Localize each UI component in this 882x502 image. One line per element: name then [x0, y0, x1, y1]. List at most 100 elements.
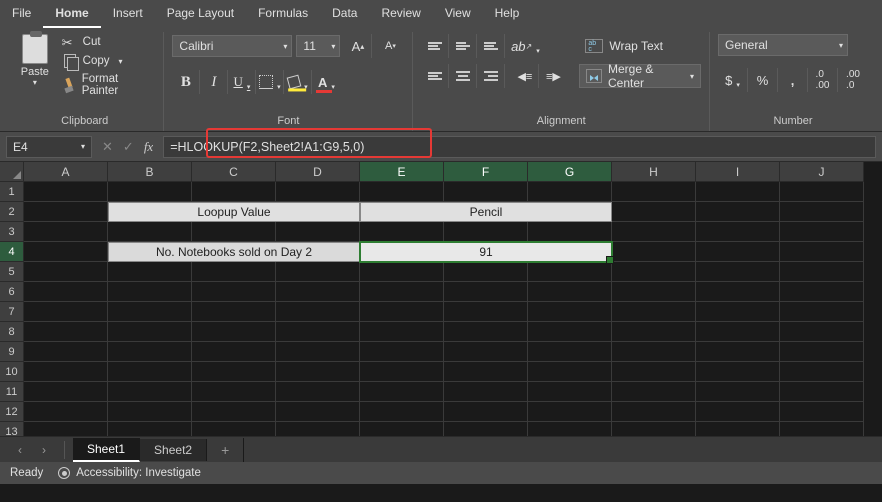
border-icon [259, 75, 273, 89]
fill-color-button[interactable]: ▾ [284, 70, 312, 94]
menu-formulas[interactable]: Formulas [246, 0, 320, 28]
cell-result-value[interactable]: 91 [360, 242, 612, 262]
formula-bar: E4▾ ✕ ✓ fx =HLOOKUP(F2,Sheet2!A1:G9,5,0) [0, 132, 882, 162]
comma-button[interactable]: , [778, 68, 808, 92]
row-header[interactable]: 7 [0, 302, 24, 322]
font-color-icon: A [318, 75, 327, 90]
name-box[interactable]: E4▾ [6, 136, 92, 158]
row-header[interactable]: 13 [0, 422, 24, 436]
menu-help[interactable]: Help [483, 0, 532, 28]
tab-nav-next[interactable]: › [32, 443, 56, 457]
bold-button[interactable]: B [172, 70, 200, 94]
accessibility-label: Accessibility: Investigate [76, 467, 201, 479]
row-header[interactable]: 2 [0, 202, 24, 222]
chevron-down-icon: ▾ [247, 83, 251, 91]
row-header[interactable]: 3 [0, 222, 24, 242]
increase-decimal-button[interactable]: .0.00 [808, 68, 838, 92]
col-header-i[interactable]: I [696, 162, 780, 182]
increase-indent-button[interactable]: ≡▶ [539, 64, 567, 88]
row-header[interactable]: 9 [0, 342, 24, 362]
align-middle-button[interactable] [449, 34, 477, 58]
group-alignment: ab↗▾ ◀≡ ≡▶ Wrap Text Merge & Center▾ Ali… [413, 32, 710, 131]
increase-font-button[interactable]: A▴ [344, 34, 372, 58]
menu-bar: File Home Insert Page Layout Formulas Da… [0, 0, 882, 28]
row-header[interactable]: 12 [0, 402, 24, 422]
format-painter-button[interactable]: Format Painter [60, 72, 156, 98]
font-name-value: Calibri [179, 39, 213, 53]
enter-formula-button[interactable]: ✓ [119, 139, 138, 155]
col-header-h[interactable]: H [612, 162, 696, 182]
font-size-value: 11 [303, 39, 315, 53]
tab-nav-prev[interactable]: ‹ [8, 443, 32, 457]
group-font: Calibri▾ 11▾ A▴ A▾ B I U▾ ▾ ▾ A▾ Font [164, 32, 413, 131]
col-header-c[interactable]: C [192, 162, 276, 182]
accessibility-button[interactable]: Accessibility: Investigate [57, 466, 201, 480]
underline-button[interactable]: U▾ [228, 70, 256, 94]
group-label-number: Number [773, 113, 812, 131]
chevron-down-icon: ▾ [736, 81, 740, 89]
borders-button[interactable]: ▾ [256, 70, 284, 94]
menu-data[interactable]: Data [320, 0, 369, 28]
col-header-j[interactable]: J [780, 162, 864, 182]
cell-lookup-value[interactable]: Pencil [360, 202, 612, 222]
fx-icon[interactable]: fx [140, 139, 157, 155]
col-header-d[interactable]: D [276, 162, 360, 182]
row-header[interactable]: 6 [0, 282, 24, 302]
select-all-corner[interactable] [0, 162, 24, 182]
paste-label: Paste [21, 66, 49, 78]
font-name-dropdown[interactable]: Calibri▾ [172, 35, 292, 57]
menu-home[interactable]: Home [43, 0, 100, 28]
decrease-font-button[interactable]: A▾ [376, 34, 404, 58]
row-header[interactable]: 5 [0, 262, 24, 282]
cells-area[interactable]: Loopup Value Pencil No. Notebooks sold o… [24, 182, 864, 436]
merge-center-button[interactable]: Merge & Center▾ [579, 64, 701, 88]
row-header[interactable]: 4 [0, 242, 24, 262]
menu-file[interactable]: File [0, 0, 43, 28]
menu-insert[interactable]: Insert [101, 0, 155, 28]
cell-result-label[interactable]: No. Notebooks sold on Day 2 [108, 242, 360, 262]
row-header[interactable]: 10 [0, 362, 24, 382]
sheet-tab-bar: ‹ › Sheet1 Sheet2 + [0, 436, 882, 462]
cut-button[interactable]: Cut [60, 34, 156, 50]
align-top-button[interactable] [421, 34, 449, 58]
row-header[interactable]: 11 [0, 382, 24, 402]
font-size-dropdown[interactable]: 11▾ [296, 35, 340, 57]
col-header-b[interactable]: B [108, 162, 192, 182]
col-header-g[interactable]: G [528, 162, 612, 182]
col-header-e[interactable]: E [360, 162, 444, 182]
row-header[interactable]: 8 [0, 322, 24, 342]
col-header-a[interactable]: A [24, 162, 108, 182]
menu-review[interactable]: Review [369, 0, 432, 28]
decrease-indent-button[interactable]: ◀≡ [511, 64, 539, 88]
paste-button[interactable]: Paste ▾ [14, 34, 56, 87]
copy-button[interactable]: Copy▾ [60, 53, 156, 69]
add-sheet-button[interactable]: + [207, 438, 244, 462]
font-color-button[interactable]: A▾ [312, 70, 340, 94]
group-label-alignment: Alignment [537, 113, 586, 131]
menu-view[interactable]: View [433, 0, 483, 28]
col-header-f[interactable]: F [444, 162, 528, 182]
align-left-button[interactable] [421, 64, 449, 88]
align-center-button[interactable] [449, 64, 477, 88]
chevron-down-icon: ▾ [277, 83, 281, 91]
align-right-button[interactable] [477, 64, 505, 88]
sheet-tab-1[interactable]: Sheet1 [73, 438, 140, 462]
menu-page-layout[interactable]: Page Layout [155, 0, 246, 28]
chevron-down-icon: ▾ [690, 72, 694, 81]
decrease-decimal-button[interactable]: .00.0 [838, 68, 868, 92]
italic-button[interactable]: I [200, 70, 228, 94]
sheet-tab-2[interactable]: Sheet2 [140, 439, 207, 461]
percent-button[interactable]: % [748, 68, 778, 92]
cancel-formula-button[interactable]: ✕ [98, 139, 117, 155]
group-number: General▾ $▾ % , .0.00 .00.0 Number [710, 32, 876, 131]
wrap-text-button[interactable]: Wrap Text [579, 34, 669, 58]
cut-label: Cut [83, 36, 101, 48]
orientation-button[interactable]: ab↗▾ [511, 34, 539, 58]
number-format-dropdown[interactable]: General▾ [718, 34, 848, 56]
accounting-format-button[interactable]: $▾ [718, 68, 748, 92]
formula-input[interactable]: =HLOOKUP(F2,Sheet2!A1:G9,5,0) [163, 136, 876, 158]
divider [64, 441, 65, 459]
cell-lookup-label[interactable]: Loopup Value [108, 202, 360, 222]
align-bottom-button[interactable] [477, 34, 505, 58]
row-header[interactable]: 1 [0, 182, 24, 202]
